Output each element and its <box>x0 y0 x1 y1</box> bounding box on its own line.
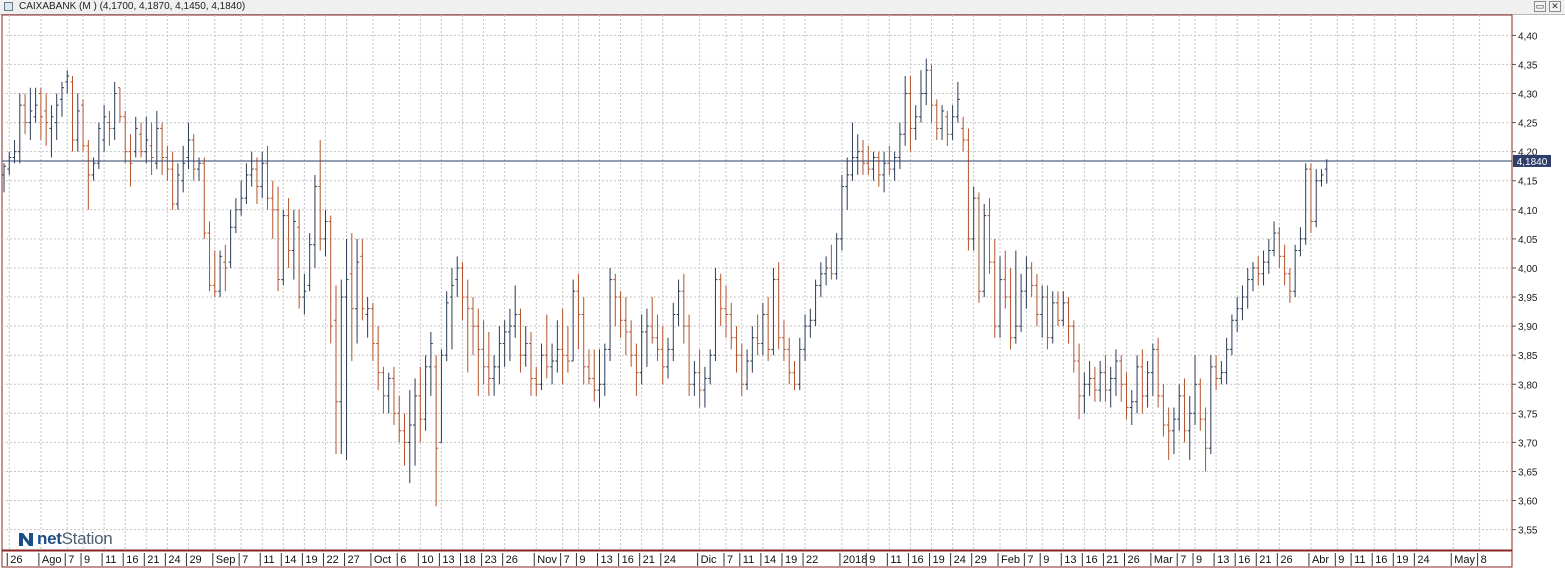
x-tick-label: 9 <box>1338 554 1344 566</box>
x-tick-label: 29 <box>189 554 201 566</box>
x-tick-label: 16 <box>1238 554 1250 566</box>
window-icon <box>4 2 13 11</box>
y-tick-label: 4,35 <box>1518 60 1538 71</box>
x-tick-label: 22 <box>806 554 818 566</box>
x-tick-label: 22 <box>326 554 338 566</box>
x-tick-label: 29 <box>975 554 987 566</box>
x-tick-label: Ago <box>42 554 62 566</box>
y-tick-label: 3,90 <box>1518 322 1538 333</box>
y-tick-label: 3,55 <box>1518 526 1538 537</box>
x-tick-label: 14 <box>764 554 776 566</box>
netstation-logo-icon <box>19 533 33 546</box>
y-axis-labels: 3,55 3,60 3,65 3,70 3,75 3,80 3,85 3,90 3,95 4,00… <box>1518 31 1538 536</box>
price-chart[interactable]: 3,55 3,60 3,65 3,70 3,75 3,80 3,85 3,90 3,95 4,00… <box>0 14 1565 568</box>
x-tick-label: 16 <box>1085 554 1097 566</box>
y-tick-label: 4,15 <box>1518 177 1538 188</box>
x-tick-label: 16 <box>911 554 923 566</box>
x-tick-label: 11 <box>105 554 116 566</box>
window-title: CAIXABANK (M ) (4,1700, 4,1870, 4,1450, … <box>19 1 246 12</box>
y-tick-label: 4,10 <box>1518 206 1538 217</box>
x-tick-label: 11 <box>1354 554 1365 566</box>
x-tick-label: 19 <box>305 554 317 566</box>
x-tick-label: 26 <box>1280 554 1292 566</box>
x-tick-label: Feb <box>1001 554 1020 566</box>
y-tick-label: 3,75 <box>1518 409 1538 420</box>
x-tick-label: 26 <box>1128 554 1140 566</box>
x-tick-label: 24 <box>954 554 966 566</box>
netstation-wordmark: netStation <box>37 529 113 549</box>
x-tick-label: 11 <box>263 554 274 566</box>
x-tick-label: 9 <box>84 554 90 566</box>
x-tick-label: 27 <box>348 554 360 566</box>
y-tick-label: 4,40 <box>1518 31 1538 42</box>
close-button[interactable]: ✕ <box>1549 1 1561 12</box>
window-titlebar: CAIXABANK (M ) (4,1700, 4,1870, 4,1450, … <box>0 0 1565 15</box>
x-tick-label: 8 <box>1481 554 1487 566</box>
x-tick-label: 19 <box>933 554 945 566</box>
x-tick-label: May <box>1454 554 1475 566</box>
x-tick-label: 18 <box>463 554 475 566</box>
x-tick-label: Abr <box>1312 554 1329 566</box>
x-tick-label: 26 <box>506 554 518 566</box>
plot-frame <box>1 14 1513 551</box>
x-tick-label: 21 <box>1106 554 1118 566</box>
last-price-label: 4,1840 <box>1517 157 1548 168</box>
restore-button[interactable]: ▭ <box>1534 1 1546 12</box>
x-tick-label: 26 <box>10 554 22 566</box>
x-tick-label: 11 <box>890 554 901 566</box>
y-tick-label: 4,30 <box>1518 90 1538 101</box>
x-tick-label: 9 <box>1196 554 1202 566</box>
x-tick-label: 14 <box>284 554 296 566</box>
x-tick-label: 16 <box>622 554 634 566</box>
y-tick-label: 3,65 <box>1518 467 1538 478</box>
x-tick-label: 13 <box>1064 554 1076 566</box>
x-tick-label: 7 <box>564 554 570 566</box>
x-tick-label: 21 <box>147 554 159 566</box>
x-tick-label: 7 <box>1180 554 1186 566</box>
x-tick-label: 13 <box>442 554 454 566</box>
x-tick-label: 9 <box>1043 554 1049 566</box>
x-tick-label: 7 <box>1027 554 1033 566</box>
x-tick-label: 13 <box>1217 554 1229 566</box>
x-tick-label: 19 <box>1396 554 1408 566</box>
x-tick-label: Mar <box>1154 554 1173 566</box>
x-tick-label: 24 <box>168 554 180 566</box>
y-tick-label: 3,60 <box>1518 497 1538 508</box>
x-tick-label: 16 <box>1375 554 1387 566</box>
logo-text-net: net <box>37 529 62 548</box>
x-tick-label: 21 <box>1259 554 1271 566</box>
x-tick-label: 11 <box>743 554 754 566</box>
x-tick-label: 10 <box>421 554 433 566</box>
x-tick-label: 24 <box>1417 554 1429 566</box>
y-tick-label: 4,25 <box>1518 119 1538 130</box>
y-tick-label: 4,05 <box>1518 235 1538 246</box>
x-tick-label: 9 <box>579 554 585 566</box>
x-tick-label: 7 <box>68 554 74 566</box>
y-tick-label: 3,85 <box>1518 351 1538 362</box>
x-tick-label: 6 <box>400 554 406 566</box>
y-tick-label: 3,95 <box>1518 293 1538 304</box>
x-tick-label: 16 <box>126 554 138 566</box>
x-tick-label: 2018 <box>843 554 867 566</box>
x-tick-label: 24 <box>664 554 676 566</box>
x-tick-label: 9 <box>869 554 875 566</box>
ohlc-chart-svg: 3,55 3,60 3,65 3,70 3,75 3,80 3,85 3,90 3,95 4,00… <box>1 14 1551 568</box>
x-tick-label: Nov <box>537 554 557 566</box>
y-tick-label: 3,80 <box>1518 380 1538 391</box>
x-tick-label: Sep <box>216 554 236 566</box>
x-tick-label: Oct <box>374 554 391 566</box>
x-tick-label: 21 <box>643 554 655 566</box>
y-tick-label: 3,70 <box>1518 438 1538 449</box>
x-tick-label: 13 <box>601 554 613 566</box>
x-tick-label: 7 <box>727 554 733 566</box>
x-axis-labels: 26 Ago 7 9 11 16 21 24 29 Sep 7 11 14 19 22 27 Oct 6 10 13 1… <box>6 553 1487 566</box>
x-tick-label: 19 <box>785 554 797 566</box>
x-tick-label: Dic <box>701 554 717 566</box>
y-tick-label: 4,00 <box>1518 264 1538 275</box>
logo-text-station: Station <box>61 529 113 548</box>
x-tick-label: 23 <box>485 554 497 566</box>
x-tick-label: 7 <box>242 554 248 566</box>
